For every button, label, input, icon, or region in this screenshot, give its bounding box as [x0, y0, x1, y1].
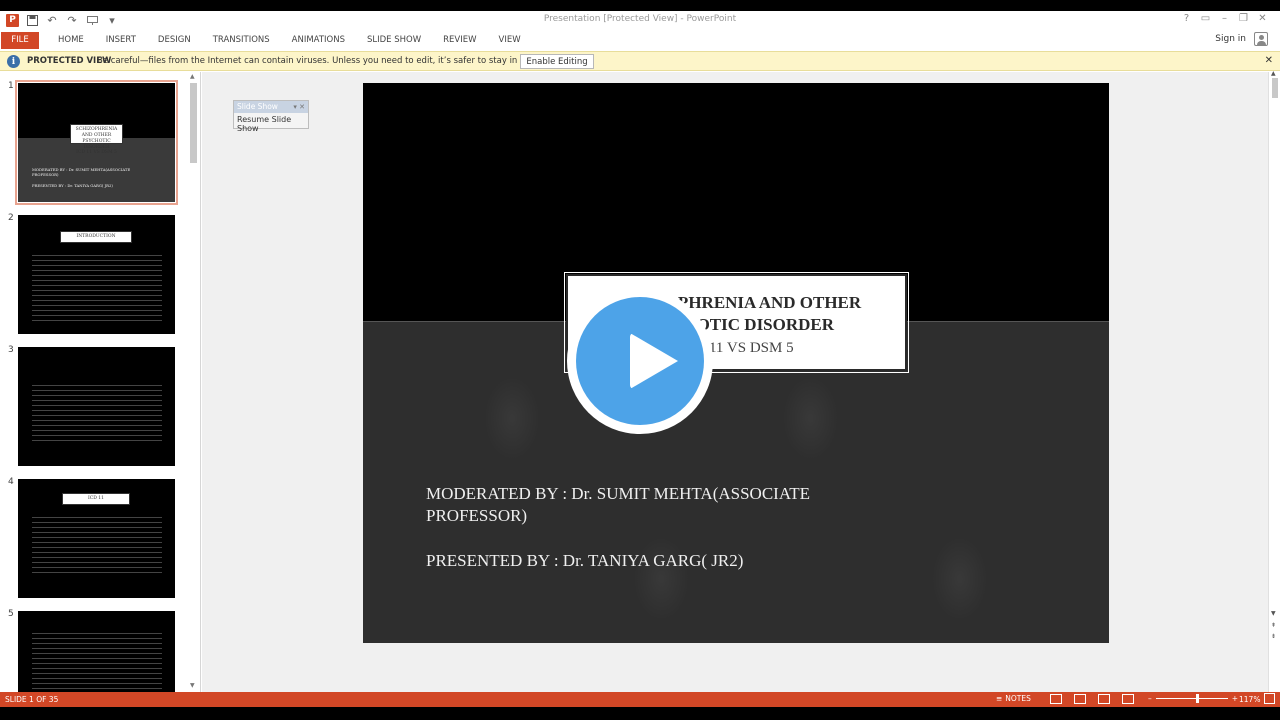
notes-icon: ≡ — [996, 694, 1003, 703]
zoom-in-icon[interactable]: + — [1232, 694, 1238, 703]
window-controls: ? ▭ – ❐ ✕ — [1177, 13, 1272, 24]
enable-editing-button[interactable]: Enable Editing — [520, 54, 594, 69]
status-bar: SLIDE 1 OF 35 ≡ NOTES – + 117% — [0, 692, 1280, 707]
info-icon: i — [7, 55, 20, 68]
tab-slide-show[interactable]: SLIDE SHOW — [356, 35, 432, 45]
tab-file[interactable]: FILE — [1, 31, 39, 49]
slide-counter: SLIDE 1 OF 35 — [5, 695, 59, 704]
thumbnail-text-line: PRESENTED BY : Dr. TANIYA GARG( JR2) — [32, 183, 113, 189]
current-slide[interactable]: SCHIZOPHRENIA AND OTHER PSYCHOTIC DISORD… — [363, 83, 1109, 643]
tab-insert[interactable]: INSERT — [95, 35, 147, 45]
ribbon-tabs: FILE HOME INSERT DESIGN TRANSITIONS ANIM… — [0, 30, 1280, 50]
previous-slide-icon[interactable]: ⇞ — [1271, 622, 1276, 629]
scrollbar-thumb[interactable] — [1272, 78, 1278, 98]
view-buttons — [1050, 694, 1134, 704]
next-slide-icon[interactable]: ⇟ — [1271, 633, 1276, 640]
thumbnail-number: 2 — [8, 213, 14, 223]
fit-slide-icon[interactable] — [1264, 693, 1275, 704]
thumbnail-number: 4 — [8, 477, 14, 487]
thumbnail-title: SCHIZOPHRENIA AND OTHER — [75, 127, 118, 138]
close-icon[interactable]: ✕ — [1265, 55, 1273, 66]
thumbnail-number: 3 — [8, 345, 14, 355]
thumbnail-heading: INTRODUCTION — [60, 231, 132, 243]
sign-in-link[interactable]: Sign in — [1215, 34, 1246, 44]
top-black-band — [0, 0, 1280, 11]
slide-thumbnail-4[interactable]: ICD 11 — [18, 479, 175, 598]
notes-label: NOTES — [1005, 694, 1031, 703]
thumbnail-title-box: SCHIZOPHRENIA AND OTHER PSYCHOTIC DISORD… — [70, 124, 123, 155]
ribbon-display-options-icon[interactable]: ▭ — [1196, 13, 1215, 24]
help-icon[interactable]: ? — [1177, 13, 1196, 24]
title-bar: P ↶ ↷ ▾ Presentation [Protected View] - … — [0, 11, 1280, 30]
thumbnail-text — [32, 629, 162, 692]
slide-show-toolbar: Slide Show ▾ ✕ Resume Slide Show — [233, 100, 309, 133]
zoom-track[interactable] — [1155, 694, 1228, 703]
scroll-up-icon[interactable]: ▲ — [190, 73, 195, 80]
slide-thumbnail-2[interactable]: INTRODUCTION — [18, 215, 175, 334]
thumbnail-number: 5 — [8, 609, 14, 619]
presented-by-text: PRESENTED BY : Dr. TANIYA GARG( JR2) — [426, 551, 744, 570]
tab-view[interactable]: VIEW — [488, 35, 532, 45]
tab-animations[interactable]: ANIMATIONS — [281, 35, 356, 45]
thumbnail-title: PSYCHOTIC DISORDER — [82, 138, 111, 150]
play-icon — [630, 333, 678, 389]
notes-button[interactable]: ≡ NOTES — [996, 694, 1031, 703]
slide-sorter-icon[interactable] — [1074, 694, 1086, 704]
resume-slide-show-button[interactable]: Resume Slide Show — [234, 113, 308, 135]
window-title: Presentation [Protected View] - PowerPoi… — [543, 14, 737, 24]
scroll-down-icon[interactable]: ▼ — [190, 682, 195, 689]
toolbar-close-icon[interactable]: ▾ ✕ — [293, 101, 305, 113]
restore-icon[interactable]: ❐ — [1234, 13, 1253, 24]
close-window-icon[interactable]: ✕ — [1253, 13, 1272, 24]
scroll-down-icon[interactable]: ▼ — [1271, 610, 1276, 617]
minimize-icon[interactable]: – — [1215, 13, 1234, 24]
thumbnail-number: 1 — [8, 81, 14, 91]
reading-view-icon[interactable] — [1098, 694, 1110, 704]
zoom-percentage[interactable]: 117% — [1239, 695, 1260, 704]
thumbnail-text — [32, 381, 162, 445]
protected-view-bar: i PROTECTED VIEW Be careful—files from t… — [0, 51, 1280, 71]
slide-thumbnail-5[interactable] — [18, 611, 175, 692]
scrollbar-thumb[interactable] — [190, 83, 197, 163]
tab-home[interactable]: HOME — [47, 35, 95, 45]
scroll-up-icon[interactable]: ▲ — [1271, 70, 1276, 77]
thumbnail-text — [32, 513, 162, 577]
thumbnail-text — [32, 251, 162, 321]
tab-transitions[interactable]: TRANSITIONS — [202, 35, 281, 45]
user-avatar-icon[interactable] — [1254, 32, 1268, 46]
zoom-knob[interactable] — [1195, 694, 1199, 703]
protected-view-message: Be careful—files from the Internet can c… — [97, 56, 586, 66]
slide-show-toolbar-title: Slide Show ▾ ✕ — [234, 101, 308, 113]
slide-show-toolbar-label: Slide Show — [237, 102, 278, 111]
thumbnail-heading: ICD 11 — [62, 493, 130, 505]
thumbnail-text-line: PROFESSOR) — [32, 172, 59, 178]
tab-review[interactable]: REVIEW — [432, 35, 487, 45]
play-button-circle — [576, 297, 704, 425]
slide-thumbnails-panel: 1 SCHIZOPHRENIA AND OTHER PSYCHOTIC DISO… — [0, 72, 201, 692]
slide-thumbnail-1[interactable]: SCHIZOPHRENIA AND OTHER PSYCHOTIC DISORD… — [15, 80, 178, 205]
moderated-by-line: PROFESSOR) — [426, 506, 528, 525]
zoom-slider[interactable]: – + — [1148, 694, 1238, 703]
moderated-by-text: MODERATED BY : Dr. SUMIT MEHTA(ASSOCIATE… — [426, 483, 810, 527]
moderated-by-line: MODERATED BY : Dr. SUMIT MEHTA(ASSOCIATE — [426, 484, 810, 503]
editor-scrollbar[interactable]: ▲ ▼ ⇞ ⇟ — [1268, 70, 1280, 692]
zoom-out-icon[interactable]: – — [1148, 694, 1152, 703]
thumbnail-text: MODERATED BY : Dr. SUMIT MEHTA(ASSOCIATE… — [32, 167, 162, 188]
tab-design[interactable]: DESIGN — [147, 35, 202, 45]
slideshow-view-icon[interactable] — [1122, 694, 1134, 704]
slide-thumbnail-3[interactable] — [18, 347, 175, 466]
play-button[interactable] — [567, 288, 713, 434]
powerpoint-window: P ↶ ↷ ▾ Presentation [Protected View] - … — [0, 0, 1280, 720]
sign-in-area: Sign in — [1215, 32, 1268, 46]
normal-view-icon[interactable] — [1050, 694, 1062, 704]
thumbnail-subtitle: ICD 11 VS DSM 5 — [76, 150, 117, 156]
slide-editor: SCHIZOPHRENIA AND OTHER PSYCHOTIC DISORD… — [202, 72, 1268, 692]
thumbnails-scrollbar[interactable]: ▲ ▼ — [188, 72, 199, 692]
bottom-black-band — [0, 707, 1280, 720]
